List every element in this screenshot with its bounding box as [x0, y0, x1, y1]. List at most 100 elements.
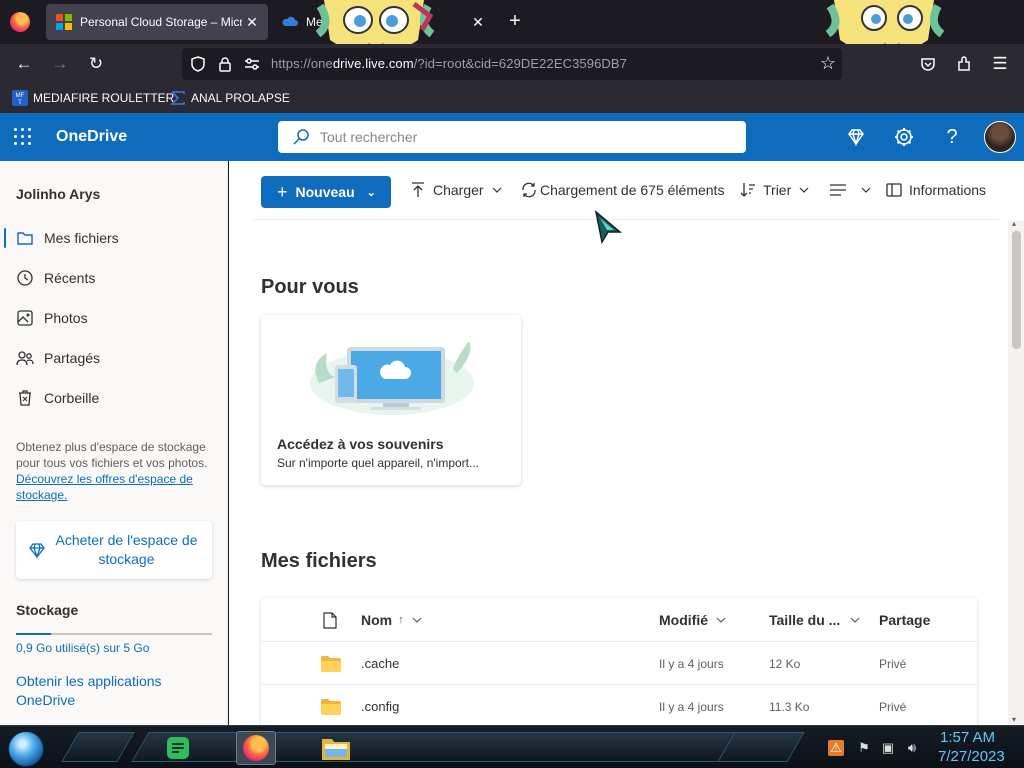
- diamond-icon[interactable]: [844, 125, 868, 149]
- file-modified: Il y a 4 jours: [659, 700, 724, 714]
- extensions-icon[interactable]: [956, 56, 972, 72]
- taskbar-notes-app[interactable]: [158, 731, 198, 765]
- new-button[interactable]: + Nouveau ⌄: [261, 176, 391, 208]
- sync-status[interactable]: Chargement de 675 éléments: [520, 181, 724, 199]
- upload-icon: [412, 182, 424, 197]
- close-tab-icon[interactable]: ✕: [468, 14, 488, 31]
- chevron-down-icon: [412, 617, 422, 623]
- folder-icon: [321, 656, 341, 672]
- file-sharing: Privé: [879, 700, 907, 714]
- upload-button[interactable]: Charger: [409, 181, 502, 199]
- tab-onedrive[interactable]: Personal Cloud Storage – Microsoft OneDr…: [46, 4, 268, 40]
- new-tab-button[interactable]: +: [504, 10, 526, 32]
- onedrive-brand[interactable]: OneDrive: [56, 128, 127, 146]
- start-button[interactable]: [8, 731, 44, 767]
- sort-ascending-icon: ↑: [398, 614, 404, 626]
- back-icon[interactable]: ←: [14, 54, 34, 74]
- file-modified: Il y a 4 jours: [659, 657, 724, 671]
- action-center-flag-icon[interactable]: ⚑: [856, 740, 872, 756]
- column-header-sharing[interactable]: Partage: [879, 612, 930, 628]
- section-title-for-you: Pour vous: [261, 276, 359, 298]
- address-bar[interactable]: https://onedrive.live.com/?id=root&cid=6…: [182, 48, 842, 80]
- menu-icon[interactable]: ☰: [990, 54, 1010, 74]
- tray-app-icon[interactable]: ⚠: [828, 740, 844, 756]
- search-icon: [293, 129, 309, 145]
- reload-icon[interactable]: ↻: [86, 54, 106, 74]
- app-launcher-icon[interactable]: [14, 128, 32, 146]
- file-size: 11.3 Ko: [769, 700, 810, 714]
- network-icon[interactable]: ▣: [880, 740, 896, 756]
- taskbar-explorer-app[interactable]: [316, 731, 356, 765]
- bookmark-mediafire[interactable]: MF T MEDIAFIRE ROULETTER: [12, 90, 174, 106]
- divider: [253, 219, 999, 220]
- clock-time[interactable]: 1:57 AM: [940, 729, 995, 746]
- buy-storage-button[interactable]: Acheter de l'espace de stockage: [16, 521, 212, 579]
- search-box[interactable]: [278, 121, 746, 153]
- sort-label: Trier: [763, 182, 792, 198]
- sort-button[interactable]: Trier: [739, 181, 809, 199]
- view-options-button[interactable]: [829, 181, 871, 199]
- file-sharing: Privé: [879, 657, 907, 671]
- taskbar-decoration: [61, 732, 135, 762]
- shield-icon[interactable]: [190, 56, 206, 72]
- sync-icon: [522, 182, 536, 198]
- tab-title: Personal Cloud Storage – Microsoft OneDr…: [80, 15, 242, 29]
- gear-icon[interactable]: [892, 125, 916, 149]
- url-text[interactable]: https://onedrive.live.com/?id=root&cid=6…: [271, 56, 627, 71]
- sidebar-item-recycle-bin[interactable]: Corbeille: [0, 380, 227, 416]
- lock-icon[interactable]: [218, 56, 232, 72]
- storage-promo: Obtenez plus d'espace de stockage pour t…: [16, 439, 212, 503]
- file-name[interactable]: .cache: [361, 656, 399, 671]
- search-input[interactable]: [320, 127, 720, 147]
- microsoft-logo-icon: [56, 14, 72, 30]
- devices-illustration: [310, 341, 474, 415]
- scrollbar-thumb[interactable]: [1012, 231, 1021, 349]
- chevron-down-icon: [850, 617, 860, 623]
- close-tab-icon[interactable]: ✕: [242, 14, 262, 31]
- volume-icon[interactable]: 🔊︎: [904, 740, 920, 756]
- mediafire-icon: MFT: [12, 90, 28, 106]
- buy-storage-label: Acheter de l'espace de stockage: [55, 532, 198, 567]
- permissions-icon[interactable]: [244, 57, 260, 71]
- taskbar-firefox-app[interactable]: [236, 731, 276, 765]
- table-row[interactable]: .config Il y a 4 jours 11.3 Ko Privé: [261, 685, 977, 725]
- firefox-icon: [243, 735, 269, 761]
- plus-icon: +: [277, 181, 288, 202]
- sidebar-item-my-files[interactable]: Mes fichiers: [0, 220, 227, 256]
- scroll-down-icon[interactable]: ▾: [1012, 716, 1020, 724]
- forward-icon[interactable]: →: [50, 54, 70, 74]
- scrollbar[interactable]: ▴ ▾: [1008, 220, 1024, 725]
- storage-usage[interactable]: 0,9 Go utilisé(s) sur 5 Go: [16, 641, 149, 655]
- sync-label: Chargement de 675 éléments: [540, 182, 725, 198]
- info-button[interactable]: Informations: [885, 181, 986, 199]
- url-domain: drive.live.com: [332, 56, 414, 71]
- bookmark-star-icon[interactable]: ☆: [820, 53, 836, 74]
- avatar[interactable]: [984, 121, 1016, 153]
- mouse-cursor-icon: [594, 210, 623, 244]
- pocket-icon[interactable]: [920, 56, 936, 72]
- info-label: Informations: [909, 182, 987, 198]
- column-modified-label: Modifié: [659, 612, 708, 628]
- table-row[interactable]: .cache Il y a 4 jours 12 Ko Privé: [261, 642, 977, 685]
- help-icon[interactable]: ?: [940, 125, 964, 149]
- sidebar-item-recent[interactable]: Récents: [0, 260, 227, 296]
- column-header-modified[interactable]: Modifié: [659, 612, 726, 628]
- firefox-menu-icon[interactable]: [10, 12, 30, 32]
- svg-text:MF: MF: [16, 93, 25, 99]
- get-apps-link[interactable]: Obtenir les applications OneDrive: [16, 672, 206, 710]
- sidebar-item-photos[interactable]: Photos: [0, 300, 227, 336]
- clock-date[interactable]: 7/27/2023: [938, 748, 1005, 765]
- card-title: Accédez à vos souvenirs: [277, 436, 444, 452]
- column-header-size[interactable]: Taille du ...: [769, 612, 860, 628]
- scroll-up-icon[interactable]: ▴: [1012, 220, 1020, 228]
- onedrive-header: OneDrive ?: [0, 113, 1024, 161]
- sidebar-item-shared[interactable]: Partagés: [0, 340, 227, 376]
- clock-icon: [17, 270, 33, 286]
- chevron-down-icon: [799, 187, 809, 193]
- bookmark-second[interactable]: ANAL PROLAPSE: [170, 90, 290, 106]
- file-list-header: Nom ↑ Modifié Taille du ... Partage: [261, 598, 977, 642]
- column-header-name[interactable]: Nom ↑: [361, 612, 422, 628]
- file-name[interactable]: .config: [361, 699, 399, 714]
- storage-offers-link[interactable]: Découvrez les offres d'espace de stockag…: [16, 472, 193, 502]
- memories-card[interactable]: Accédez à vos souvenirs Sur n'importe qu…: [261, 315, 521, 485]
